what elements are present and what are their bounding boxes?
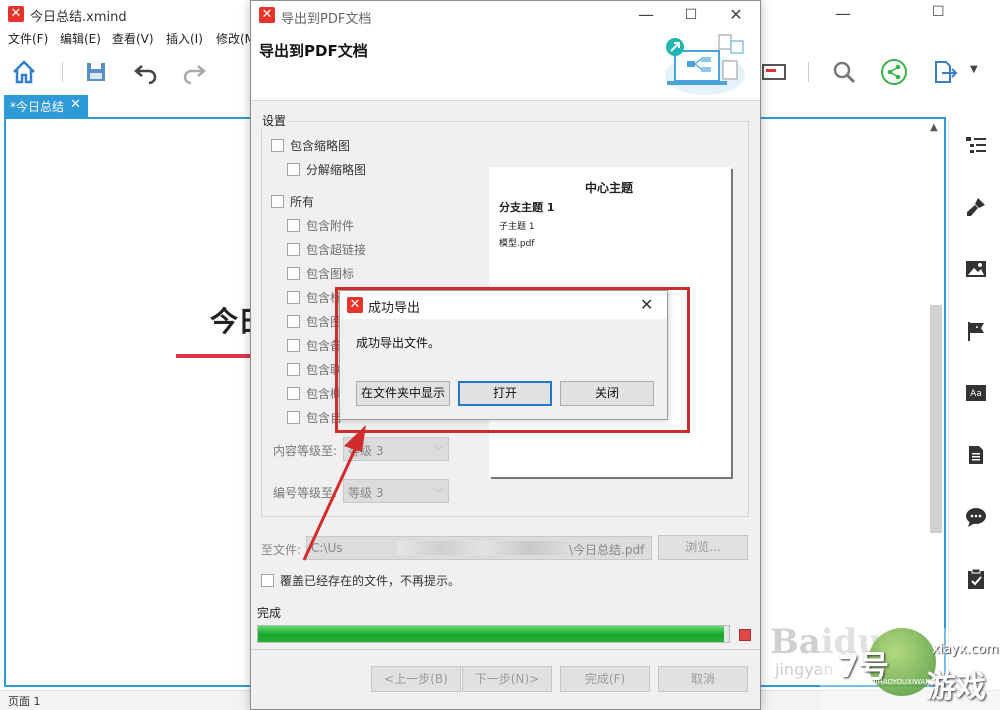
- content-level-label: 内容等级至:: [273, 444, 338, 458]
- task-icon[interactable]: [965, 568, 987, 590]
- preview-attachment: 模型.pdf: [499, 239, 535, 249]
- export-dropdown-icon[interactable]: ▼: [970, 64, 978, 75]
- chevron-down-icon: ⌵: [434, 484, 442, 495]
- checkbox-box[interactable]: [287, 315, 300, 328]
- browse-button[interactable]: 浏览...: [658, 535, 748, 560]
- right-sidebar: Aa: [948, 120, 1000, 690]
- site-logo-watermark: 7号 游戏 xiayx.com QIHAOYOUXIWANG: [820, 628, 1000, 710]
- image-icon[interactable]: [965, 258, 987, 280]
- number-level-label: 编号等级至:: [273, 486, 338, 500]
- checkbox-box[interactable]: [287, 339, 300, 352]
- format-brush-icon[interactable]: [965, 196, 987, 218]
- chevron-down-icon: ⌵: [434, 442, 442, 453]
- menu-file[interactable]: 文件(F): [8, 30, 48, 47]
- checkbox-label: 包含附件: [306, 219, 355, 233]
- menu-edit[interactable]: 编辑(E): [60, 30, 101, 47]
- cancel-button[interactable]: 取消: [658, 666, 748, 692]
- notes-icon[interactable]: [965, 444, 987, 466]
- redo-icon[interactable]: [180, 58, 208, 86]
- preview-central-topic: 中心主题: [584, 181, 633, 195]
- checkbox-label: 包含缩略图: [290, 139, 351, 153]
- app-minimize-button[interactable]: —: [835, 4, 851, 23]
- back-button[interactable]: <上一步(B): [371, 666, 461, 692]
- dialog-header: 导出到PDF文档: [251, 29, 760, 101]
- central-topic-underline: [176, 354, 256, 358]
- menu-view[interactable]: 查看(V): [112, 30, 154, 47]
- text-style-icon[interactable]: Aa: [965, 382, 987, 404]
- annotation-highlight-box: [335, 287, 690, 433]
- finish-button[interactable]: 完成(F): [560, 666, 650, 692]
- checkbox-box[interactable]: [287, 219, 300, 232]
- file-path-redacted: [397, 541, 573, 555]
- preview-subtopic: 子主题 1: [499, 222, 535, 232]
- checkbox-box[interactable]: [271, 139, 284, 152]
- number-level-select[interactable]: 等级 3 ⌵: [343, 479, 449, 503]
- export-icon[interactable]: [930, 58, 958, 86]
- xmind-logo-icon: ✕: [259, 7, 275, 23]
- file-path-prefix: C:\Us: [311, 541, 343, 555]
- export-progress-bar: [257, 625, 730, 643]
- save-icon[interactable]: [82, 58, 110, 86]
- search-icon[interactable]: [830, 58, 858, 86]
- checkbox-box[interactable]: [287, 387, 300, 400]
- toolbar-divider: [62, 62, 63, 82]
- tab-close-icon[interactable]: ✕: [70, 97, 81, 112]
- file-path-label: 至文件:: [261, 543, 302, 557]
- outline-icon[interactable]: [965, 134, 987, 156]
- preview-branch-topic: 分支主题 1: [499, 201, 555, 214]
- checkbox-box[interactable]: [287, 411, 300, 424]
- content-level-select[interactable]: 等级 3 ⌵: [343, 437, 449, 461]
- menu-insert[interactable]: 插入(I): [166, 30, 203, 47]
- undo-icon[interactable]: [132, 58, 160, 86]
- checkbox-box[interactable]: [287, 363, 300, 376]
- site-pinyin-text: QIHAOYOUXIWANG: [870, 678, 937, 686]
- next-button[interactable]: 下一步(N)>: [462, 666, 552, 692]
- checkbox-box[interactable]: [287, 267, 300, 280]
- dialog-minimize-button[interactable]: —: [631, 5, 661, 25]
- progress-label: 完成: [257, 606, 282, 620]
- scroll-up-icon[interactable]: ▲: [930, 122, 938, 133]
- dialog-footer-divider: [251, 649, 760, 650]
- number-level-value: 等级 3: [348, 486, 384, 500]
- checkbox-box[interactable]: [287, 163, 300, 176]
- checkbox-box[interactable]: [271, 195, 284, 208]
- vertical-scrollbar-thumb[interactable]: [930, 305, 942, 533]
- site-url-text: xiayx.com: [932, 642, 999, 657]
- stop-icon[interactable]: [739, 629, 751, 641]
- dialog-heading: 导出到PDF文档: [259, 42, 368, 60]
- xmind-logo-icon: ✕: [8, 6, 24, 22]
- dialog-maximize-button[interactable]: ☐: [676, 5, 706, 25]
- content-level-value: 等级 3: [348, 444, 384, 458]
- file-path-suffix: \今日总结.pdf: [569, 543, 645, 557]
- checkbox-box[interactable]: [287, 291, 300, 304]
- checkbox-box[interactable]: [261, 574, 274, 587]
- file-path-input[interactable]: C:\Us \今日总结.pdf ⌵: [306, 536, 652, 560]
- progress-fill: [258, 626, 725, 642]
- checkbox-label: 包含图标: [306, 267, 355, 281]
- share-icon[interactable]: [880, 58, 908, 86]
- svg-text:Aa: Aa: [970, 389, 982, 399]
- dialog-window-title: 导出到PDF文档: [281, 12, 372, 27]
- checkbox-box[interactable]: [287, 243, 300, 256]
- export-illustration-icon: [665, 34, 745, 95]
- app-menubar: 文件(F) 编辑(E) 查看(V) 插入(I) 修改(M: [0, 28, 260, 48]
- tab-document-label: *今日总结: [10, 100, 65, 114]
- comment-icon[interactable]: [965, 506, 987, 528]
- settings-group-label: 设置: [259, 112, 290, 129]
- toolbar-divider: [808, 62, 809, 82]
- dialog-close-button[interactable]: ✕: [721, 5, 751, 25]
- home-icon[interactable]: [10, 58, 38, 86]
- presentation-icon[interactable]: [760, 58, 788, 86]
- checkbox-label: 包含超链接: [306, 243, 367, 257]
- tab-document[interactable]: *今日总结 ✕: [4, 95, 88, 117]
- checkbox-label: 所有: [290, 195, 315, 209]
- dialog-titlebar: ✕ 导出到PDF文档 — ☐ ✕: [251, 1, 760, 29]
- checkbox-label: 分解缩略图: [306, 163, 367, 177]
- app-window-title: 今日总结.xmind: [30, 10, 127, 25]
- checkbox-label: 覆盖已经存在的文件，不再提示。: [280, 574, 461, 588]
- chevron-down-icon[interactable]: ⌵: [637, 541, 645, 552]
- app-maximize-button[interactable]: ☐: [932, 4, 945, 20]
- marker-flag-icon[interactable]: [965, 320, 987, 342]
- status-page-label: 页面 1: [8, 695, 41, 708]
